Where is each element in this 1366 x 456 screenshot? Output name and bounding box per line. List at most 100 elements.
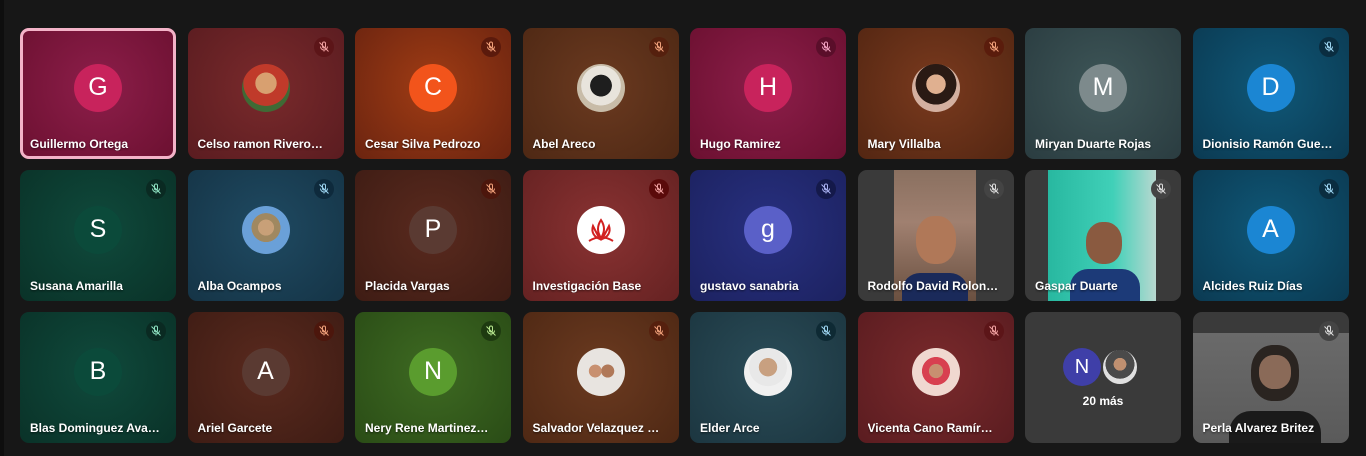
- participant-name: Miryan Duarte Rojas: [1035, 137, 1152, 151]
- participant-tile[interactable]: g gustavo sanabria: [690, 170, 846, 301]
- mic-off-icon: [1151, 179, 1171, 199]
- avatar: [241, 63, 290, 112]
- participant-name: Blas Dominguez Ava…: [30, 421, 160, 435]
- avatar: [576, 347, 625, 396]
- mic-off-icon: [816, 179, 836, 199]
- avatar: N: [409, 347, 457, 396]
- avatar-initial: D: [1261, 73, 1280, 101]
- avatar: [744, 347, 792, 396]
- avatar: g: [744, 205, 792, 254]
- participant-name: Susana Amarilla: [30, 279, 123, 293]
- participant-tile[interactable]: N Nery Rene Martinez…: [355, 312, 511, 443]
- participant-tile[interactable]: Alba Ocampos: [187, 170, 344, 301]
- mic-off-icon: [313, 321, 334, 341]
- mic-off-icon: [146, 321, 166, 341]
- mic-off-icon: [313, 179, 334, 199]
- mic-off-icon: [816, 37, 836, 57]
- participant-name: Rodolfo David Rolon…: [867, 279, 999, 293]
- mic-off-icon: [648, 37, 669, 57]
- participant-tile[interactable]: Abel Areco: [522, 28, 679, 159]
- avatar-initial: G: [88, 73, 108, 101]
- participant-name: Guillermo Ortega: [30, 137, 129, 151]
- participant-name: Abel Areco: [532, 137, 596, 151]
- institution-logo: [576, 205, 625, 254]
- participant-name: Celso ramon Rivero…: [197, 137, 323, 151]
- avatar: B: [74, 347, 122, 396]
- avatar-initial: N: [1074, 355, 1090, 378]
- participant-tile[interactable]: P Placida Vargas: [355, 170, 511, 301]
- mic-off-icon: [816, 321, 836, 341]
- participant-name: Placida Vargas: [365, 279, 450, 293]
- avatar: M: [1079, 63, 1127, 112]
- avatar: C: [409, 63, 457, 112]
- participant-tile[interactable]: S Susana Amarilla: [20, 170, 176, 301]
- avatar-initial: S: [89, 215, 107, 243]
- more-participants-avatars: N: [1063, 348, 1143, 388]
- participant-tile[interactable]: Salvador Velazquez …: [522, 312, 679, 443]
- avatar: [911, 347, 960, 396]
- avatar: [576, 63, 625, 112]
- participant-tile[interactable]: Celso ramon Rivero…: [187, 28, 344, 159]
- participant-tile[interactable]: Perla Alvarez Britez: [1192, 312, 1349, 443]
- mic-off-icon: [481, 321, 501, 341]
- participant-name: Alcides Ruiz Días: [1202, 279, 1303, 293]
- avatar-initial: M: [1092, 73, 1114, 101]
- participant-tile[interactable]: C Cesar Silva Pedrozo: [355, 28, 511, 159]
- mic-off-icon: [481, 179, 501, 199]
- participant-name: Vicenta Cano Ramír…: [867, 421, 993, 435]
- avatar-initial: B: [89, 357, 107, 385]
- participant-name: Elder Arce: [700, 421, 760, 435]
- participant-name: Salvador Velazquez …: [532, 421, 660, 435]
- participant-tile[interactable]: A Ariel Garcete: [187, 312, 344, 443]
- mic-off-icon: [1318, 179, 1339, 199]
- participant-name: Mary Villalba: [867, 137, 941, 151]
- participant-tile[interactable]: M Miryan Duarte Rojas: [1025, 28, 1181, 159]
- participant-tile[interactable]: A Alcides Ruiz Días: [1192, 170, 1349, 301]
- participant-name: Alba Ocampos: [197, 279, 282, 293]
- participant-grid: G Guillermo Ortega Celso ramon Rivero… C…: [20, 28, 1349, 443]
- avatar: N: [1063, 348, 1101, 386]
- avatar-initial: A: [1262, 215, 1279, 243]
- participant-name: Nery Rene Martinez…: [365, 421, 489, 435]
- avatar: A: [241, 347, 290, 396]
- participant-name: Cesar Silva Pedrozo: [365, 137, 481, 151]
- participant-tile[interactable]: B Blas Dominguez Ava…: [20, 312, 176, 443]
- mic-off-icon: [648, 321, 669, 341]
- more-participants-count: 20 más: [1082, 394, 1124, 408]
- avatar: [241, 205, 290, 254]
- participant-tile[interactable]: H Hugo Ramirez: [690, 28, 846, 159]
- participant-tile[interactable]: Rodolfo David Rolon…: [857, 170, 1014, 301]
- mic-off-icon: [983, 179, 1004, 199]
- participant-name: Gaspar Duarte: [1035, 279, 1118, 293]
- mic-off-icon: [983, 321, 1004, 341]
- participant-tile[interactable]: Vicenta Cano Ramír…: [857, 312, 1014, 443]
- avatar: S: [74, 205, 122, 254]
- participant-tile[interactable]: Mary Villalba: [857, 28, 1014, 159]
- mic-off-icon: [146, 179, 166, 199]
- mic-off-icon: [1318, 321, 1339, 341]
- meeting-grid-area: G Guillermo Ortega Celso ramon Rivero… C…: [4, 0, 1366, 456]
- avatar-initial: P: [424, 215, 442, 243]
- avatar-initial: N: [423, 357, 443, 385]
- more-participants-tile[interactable]: N 20 más: [1025, 312, 1181, 443]
- participant-tile[interactable]: Investigación Base: [522, 170, 679, 301]
- participant-tile[interactable]: D Dionisio Ramón Gue…: [1192, 28, 1349, 159]
- avatar: [911, 63, 960, 112]
- participant-name: Hugo Ramirez: [700, 137, 781, 151]
- avatar: A: [1246, 205, 1295, 254]
- mic-off-icon: [313, 37, 334, 57]
- avatar-initial: C: [423, 73, 443, 101]
- participant-name: Dionisio Ramón Gue…: [1202, 137, 1333, 151]
- participant-name: gustavo sanabria: [700, 279, 799, 293]
- participant-name: Investigación Base: [532, 279, 642, 293]
- participant-tile[interactable]: Elder Arce: [690, 312, 846, 443]
- avatar: H: [744, 63, 792, 112]
- avatar: G: [74, 63, 122, 112]
- participant-tile[interactable]: Gaspar Duarte: [1025, 170, 1181, 301]
- mic-off-icon: [648, 179, 669, 199]
- participant-tile[interactable]: G Guillermo Ortega: [20, 28, 176, 159]
- avatar-initial: A: [257, 357, 274, 385]
- mic-off-icon: [1318, 37, 1339, 57]
- participant-name: Perla Alvarez Britez: [1202, 421, 1315, 435]
- avatar: [1101, 348, 1139, 386]
